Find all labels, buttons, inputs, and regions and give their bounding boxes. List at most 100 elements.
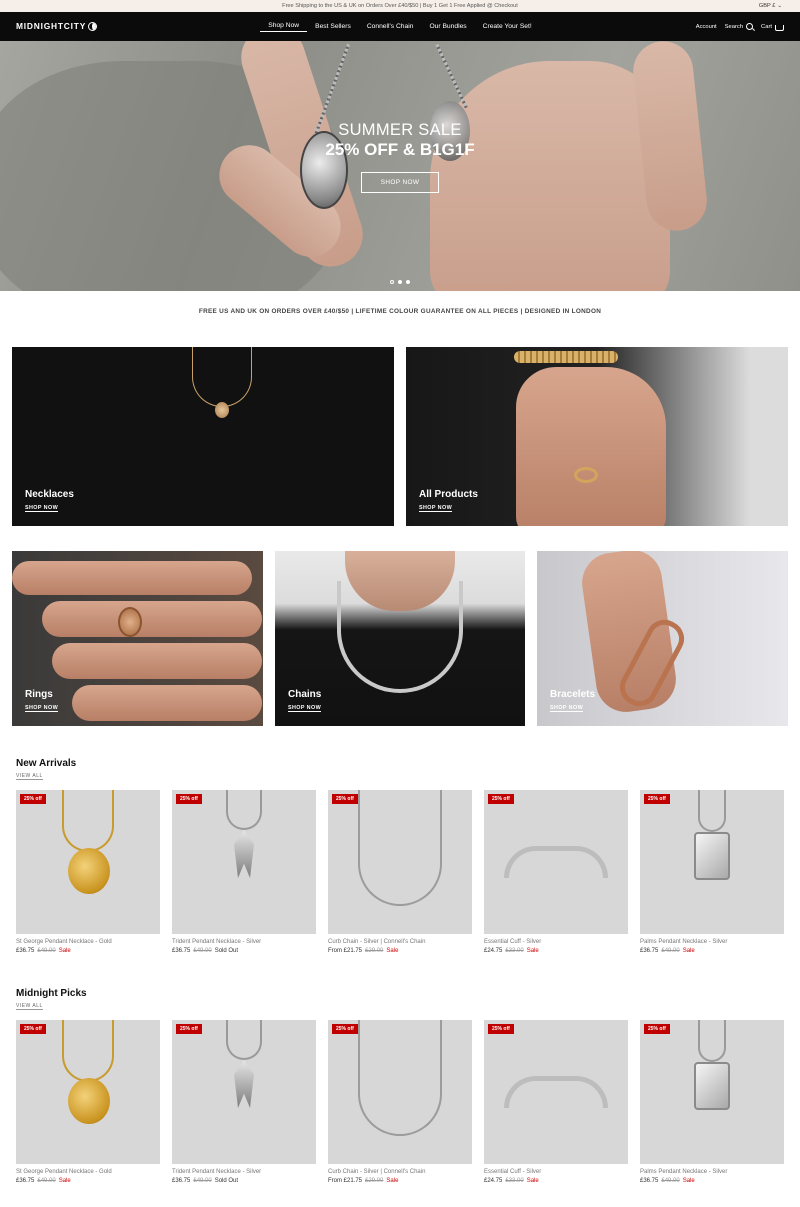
discount-badge: 25% off: [20, 794, 46, 804]
product-name[interactable]: Trident Pendant Necklace - Silver: [172, 1169, 316, 1175]
product-card[interactable]: 25% off St George Pendant Necklace - Gold…: [16, 1020, 160, 1184]
product-price: £24.75: [484, 948, 503, 954]
product-name[interactable]: Essential Cuff - Silver: [484, 1169, 628, 1175]
collection-tile-all-products[interactable]: All Products SHOP NOW: [406, 347, 788, 526]
product-name[interactable]: Curb Chain - Silver | Connell's Chain: [328, 1169, 472, 1175]
nav-link-connells-chain[interactable]: Connell's Chain: [359, 23, 422, 30]
product-card[interactable]: 25% off Essential Cuff - Silver £24.75 £33.…: [484, 1020, 628, 1184]
main-navigation: MIDNIGHTCITY Shop Now Best Sellers Conne…: [0, 12, 800, 41]
cart-button[interactable]: Cart: [761, 23, 784, 31]
product-compare-price: £29.00: [365, 1178, 384, 1184]
product-name[interactable]: Palms Pendant Necklace - Silver: [640, 1169, 784, 1175]
collection-shop-now-link[interactable]: SHOP NOW: [288, 705, 322, 712]
collection-tile-necklaces[interactable]: Necklaces SHOP NOW: [12, 347, 394, 526]
product-price: From £21.75: [328, 1178, 363, 1184]
product-card[interactable]: 25% off Trident Pendant Necklace - Silver…: [172, 1020, 316, 1184]
product-card[interactable]: 25% off Trident Pendant Necklace - Silver…: [172, 790, 316, 954]
hero-heading: SUMMER SALE: [338, 121, 462, 139]
slide-dot-1[interactable]: [390, 280, 394, 284]
collection-label: Chains: [288, 689, 322, 700]
product-name[interactable]: Trident Pendant Necklace - Silver: [172, 939, 316, 945]
slide-dot-2[interactable]: [398, 280, 402, 284]
product-image[interactable]: 25% off: [640, 1020, 784, 1164]
product-name[interactable]: Essential Cuff - Silver: [484, 939, 628, 945]
hand-image: [516, 367, 666, 526]
discount-badge: 25% off: [20, 1024, 46, 1034]
product-compare-price: £33.00: [505, 1178, 524, 1184]
product-image[interactable]: 25% off: [640, 790, 784, 934]
collection-tile-rings[interactable]: Rings SHOP NOW: [12, 551, 263, 726]
collection-label: All Products: [419, 489, 478, 500]
product-image[interactable]: 25% off: [328, 1020, 472, 1164]
product-price-row: From £21.75 £29.00 Sale: [328, 1178, 472, 1184]
collection-tile-chains[interactable]: Chains SHOP NOW: [275, 551, 525, 726]
product-status: Sale: [58, 948, 71, 954]
collection-shop-now-link[interactable]: SHOP NOW: [419, 505, 453, 512]
product-image[interactable]: 25% off: [484, 1020, 628, 1164]
product-price: From £21.75: [328, 948, 363, 954]
slideshow-dots: [0, 280, 800, 284]
hero-subheading: 25% OFF & B1G1F: [325, 140, 475, 159]
collection-label: Necklaces: [25, 489, 74, 500]
product-name[interactable]: Palms Pendant Necklace - Silver: [640, 939, 784, 945]
announcement-text: Free Shipping to the US & UK on Orders O…: [282, 3, 518, 9]
collection-shop-now-link[interactable]: SHOP NOW: [25, 705, 59, 712]
product-status: Sale: [526, 1178, 539, 1184]
product-image[interactable]: 25% off: [484, 790, 628, 934]
product-image[interactable]: 25% off: [172, 790, 316, 934]
product-card[interactable]: 25% off Essential Cuff - Silver £24.75 £33.…: [484, 790, 628, 954]
product-status: Sale: [682, 948, 695, 954]
collection-tile-bracelets[interactable]: Bracelets SHOP NOW: [537, 551, 788, 726]
collection-shop-now-link[interactable]: SHOP NOW: [25, 505, 59, 512]
search-button[interactable]: Search: [724, 23, 754, 30]
product-compare-price: £49.00: [661, 1178, 680, 1184]
view-all-link[interactable]: VIEW ALL: [16, 773, 43, 780]
product-price-row: £36.75 £49.00 Sold Out: [172, 948, 316, 954]
product-price-row: £24.75 £33.00 Sale: [484, 948, 628, 954]
hero-shop-now-button[interactable]: SHOP NOW: [361, 172, 439, 193]
product-image[interactable]: 25% off: [172, 1020, 316, 1164]
usp-strip: FREE US AND UK ON ORDERS OVER £40/$50 | …: [198, 308, 602, 315]
product-compare-price: £49.00: [193, 1178, 212, 1184]
collection-label: Bracelets: [550, 689, 596, 700]
product-card[interactable]: 25% off Curb Chain - Silver | Connell's C…: [328, 1020, 472, 1184]
product-price: £36.75: [16, 1178, 35, 1184]
account-link[interactable]: Account: [696, 24, 717, 30]
product-image[interactable]: 25% off: [16, 1020, 160, 1164]
product-compare-price: £49.00: [661, 948, 680, 954]
product-image[interactable]: 25% off: [16, 790, 160, 934]
product-status: Sale: [386, 1178, 399, 1184]
search-label: Search: [724, 23, 744, 30]
nav-utilities: Account Search Cart: [696, 12, 784, 41]
ring-image: [574, 467, 598, 483]
product-card[interactable]: 25% off Palms Pendant Necklace - Silver £3…: [640, 1020, 784, 1184]
product-price: £36.75: [172, 948, 191, 954]
nav-link-create-your-set[interactable]: Create Your Set!: [475, 23, 540, 30]
discount-badge: 25% off: [644, 794, 670, 804]
product-price-row: £36.75 £49.00 Sale: [16, 948, 160, 954]
view-all-link[interactable]: VIEW ALL: [16, 1003, 43, 1010]
product-name[interactable]: St George Pendant Necklace - Gold: [16, 939, 160, 945]
product-price: £24.75: [484, 1178, 503, 1184]
cart-label: Cart: [761, 23, 772, 30]
chevron-down-icon: ⌄: [777, 3, 782, 9]
product-card[interactable]: 25% off Curb Chain - Silver | Connell's C…: [328, 790, 472, 954]
product-status: Sale: [682, 1178, 695, 1184]
collection-shop-now-link[interactable]: SHOP NOW: [550, 705, 584, 712]
product-name[interactable]: St George Pendant Necklace - Gold: [16, 1169, 160, 1175]
product-card[interactable]: 25% off St George Pendant Necklace - Gold…: [16, 790, 160, 954]
chain-image: [337, 581, 463, 693]
currency-selector[interactable]: GBP £ ⌄: [759, 0, 782, 12]
hero-slideshow[interactable]: SUMMER SALE 25% OFF & B1G1F SHOP NOW: [0, 41, 800, 291]
slide-dot-3[interactable]: [406, 280, 410, 284]
nav-link-our-bundles[interactable]: Our Bundles: [421, 23, 474, 30]
product-price: £36.75: [640, 1178, 659, 1184]
nav-link-best-sellers[interactable]: Best Sellers: [307, 23, 359, 30]
nav-link-shop-now[interactable]: Shop Now: [260, 22, 308, 32]
collection-label: Rings: [25, 689, 53, 700]
product-image[interactable]: 25% off: [328, 790, 472, 934]
product-price: £36.75: [16, 948, 35, 954]
product-card[interactable]: 25% off Palms Pendant Necklace - Silver £3…: [640, 790, 784, 954]
product-status: Sale: [526, 948, 539, 954]
product-name[interactable]: Curb Chain - Silver | Connell's Chain: [328, 939, 472, 945]
